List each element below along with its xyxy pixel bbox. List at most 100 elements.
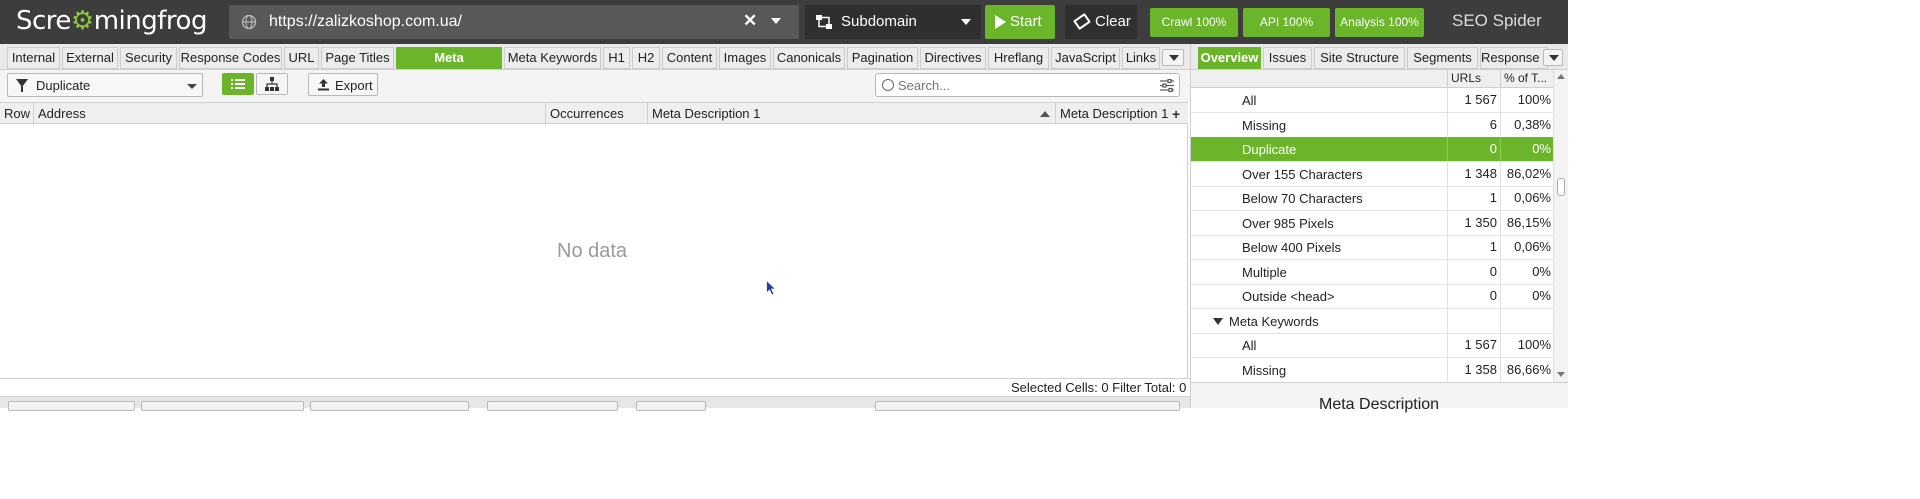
tab-meta-keywords[interactable]: Meta Keywords <box>504 47 601 69</box>
tab-response-codes[interactable]: Response Codes <box>179 47 282 69</box>
table-header: Row Address Occurrences Meta Description… <box>0 102 1188 124</box>
more-tabs-button[interactable] <box>1162 49 1184 66</box>
list-view-button[interactable] <box>222 73 254 95</box>
overview-row-over-155-characters[interactable]: Over 155 Characters 1 348 86,02% <box>1191 162 1553 187</box>
collapse-triangle-icon[interactable] <box>1213 318 1223 325</box>
row-label: Outside <head> <box>1242 289 1335 304</box>
overview-row-missing[interactable]: Missing 6 0,38% <box>1191 113 1553 138</box>
add-column-icon[interactable]: + <box>1172 106 1180 122</box>
crawl-progress-button[interactable]: Crawl 100% <box>1150 8 1238 37</box>
clear-button[interactable]: Clear <box>1065 5 1137 39</box>
search-options-icon[interactable] <box>1160 79 1174 92</box>
overview-row-over-985-pixels[interactable]: Over 985 Pixels 1 350 86,15% <box>1191 211 1553 236</box>
row-percent: 0% <box>1500 260 1553 284</box>
column-header-occurrences[interactable]: Occurrences <box>546 103 648 124</box>
tab-hreflang[interactable]: Hreflang <box>988 47 1049 69</box>
tab-page-titles[interactable]: Page Titles <box>321 47 394 69</box>
row-label: Missing <box>1242 118 1287 133</box>
chart-panel-title: Meta Description <box>1319 396 1440 413</box>
url-bar[interactable]: https://zalizkoshop.com.ua/ ✕ <box>229 5 799 39</box>
tab-content[interactable]: Content <box>662 47 717 69</box>
lower-tab[interactable] <box>636 401 706 411</box>
tab-response-times[interactable]: Response T <box>1480 47 1548 69</box>
row-label: All <box>1242 338 1257 353</box>
column-header-percent[interactable]: % of T... <box>1500 70 1553 88</box>
overview-scrollbar[interactable] <box>1553 70 1568 382</box>
overview-row-below-400-pixels[interactable]: Below 400 Pixels 1 0,06% <box>1191 235 1553 260</box>
row-urls: 1 348 <box>1447 162 1500 186</box>
tab-segments[interactable]: Segments <box>1407 47 1478 69</box>
lower-window-tabs <box>0 396 1190 411</box>
url-input[interactable]: https://zalizkoshop.com.ua/ <box>269 13 462 31</box>
overview-row-below-70-characters[interactable]: Below 70 Characters 1 0,06% <box>1191 186 1553 211</box>
filter-select[interactable]: Duplicate <box>7 73 203 97</box>
tab-overview[interactable]: Overview <box>1198 47 1261 69</box>
column-header-row[interactable]: Row <box>0 103 34 124</box>
product-name: SEO Spider <box>1452 11 1542 30</box>
sitemap-icon <box>816 15 832 29</box>
lower-search[interactable] <box>875 401 1180 411</box>
tab-internal[interactable]: Internal <box>7 47 60 69</box>
table-body[interactable]: No data <box>0 124 1188 378</box>
export-button[interactable]: Export <box>308 73 378 96</box>
eraser-icon <box>1073 12 1091 31</box>
tree-view-button[interactable] <box>256 73 288 95</box>
search-input[interactable] <box>898 77 1148 93</box>
tree-icon <box>265 77 279 91</box>
overview-row-duplicate[interactable]: Duplicate 0 0% <box>1191 137 1553 162</box>
crawl-mode-select[interactable]: Subdomain <box>805 5 981 39</box>
overview-row-outside-head[interactable]: Outside <head> 0 0% <box>1191 284 1553 309</box>
overview-header: URLs % of T... <box>1191 70 1553 88</box>
scroll-thumb[interactable] <box>1557 178 1565 196</box>
tab-url[interactable]: URL <box>284 47 319 69</box>
tab-canonicals[interactable]: Canonicals <box>773 47 845 69</box>
overview-row-all[interactable]: All 1 567 100% <box>1191 88 1553 113</box>
overview-row-keywords-missing[interactable]: Missing 1 358 86,66% <box>1191 358 1553 382</box>
main-tabs: Internal External Security Response Code… <box>0 44 1190 85</box>
api-progress-button[interactable]: API 100% <box>1243 8 1330 37</box>
tab-h2[interactable]: H2 <box>632 47 660 69</box>
tab-site-structure[interactable]: Site Structure <box>1314 47 1405 69</box>
column-header-meta-description-1-length[interactable]: Meta Description 1 L <box>1056 103 1170 124</box>
tab-security[interactable]: Security <box>120 47 177 69</box>
row-percent: 86,66% <box>1500 358 1553 382</box>
tab-links[interactable]: Links <box>1122 47 1160 69</box>
tab-pagination[interactable]: Pagination <box>847 47 918 69</box>
row-label: Over 155 Characters <box>1242 167 1363 182</box>
column-header-address[interactable]: Address <box>34 103 546 124</box>
empty-state-text: No data <box>557 240 628 262</box>
row-urls: 1 <box>1447 186 1500 210</box>
lower-tab[interactable] <box>8 401 135 411</box>
row-percent: 0,06% <box>1500 186 1553 210</box>
overview-group-meta-keywords[interactable]: Meta Keywords <box>1191 309 1553 334</box>
tab-meta-description[interactable]: Meta Description <box>396 47 502 85</box>
tab-external[interactable]: External <box>62 47 118 69</box>
tab-issues[interactable]: Issues <box>1263 47 1312 69</box>
list-icon <box>231 79 245 89</box>
row-percent <box>1500 309 1553 333</box>
column-header-meta-description-1[interactable]: Meta Description 1 <box>648 103 1056 124</box>
more-right-tabs-button[interactable] <box>1543 49 1563 66</box>
tab-javascript[interactable]: JavaScript <box>1051 47 1120 69</box>
scroll-down-icon[interactable] <box>1557 372 1565 377</box>
lower-tab[interactable] <box>487 401 618 411</box>
overview-row-keywords-all[interactable]: All 1 567 100% <box>1191 333 1553 358</box>
selection-status: Selected Cells: 0 Filter Total: 0 <box>1011 380 1187 395</box>
row-percent: 0% <box>1500 284 1553 308</box>
sort-ascending-icon <box>1040 111 1050 117</box>
tab-h1[interactable]: H1 <box>603 47 630 69</box>
overview-row-multiple[interactable]: Multiple 0 0% <box>1191 260 1553 285</box>
url-history-dropdown-icon[interactable] <box>771 18 781 24</box>
start-label: Start <box>1010 13 1042 30</box>
lower-tab[interactable] <box>310 401 469 411</box>
tab-images[interactable]: Images <box>719 47 771 69</box>
column-header-urls[interactable]: URLs <box>1447 70 1500 88</box>
tab-directives[interactable]: Directives <box>920 47 986 69</box>
scroll-up-icon[interactable] <box>1557 74 1565 79</box>
clear-url-icon[interactable]: ✕ <box>743 11 757 31</box>
lower-tab[interactable] <box>141 401 304 411</box>
row-percent: 0,06% <box>1500 235 1553 259</box>
analysis-progress-button[interactable]: Analysis 100% <box>1335 8 1424 37</box>
filter-icon <box>16 79 28 92</box>
start-button[interactable]: Start <box>985 5 1055 39</box>
